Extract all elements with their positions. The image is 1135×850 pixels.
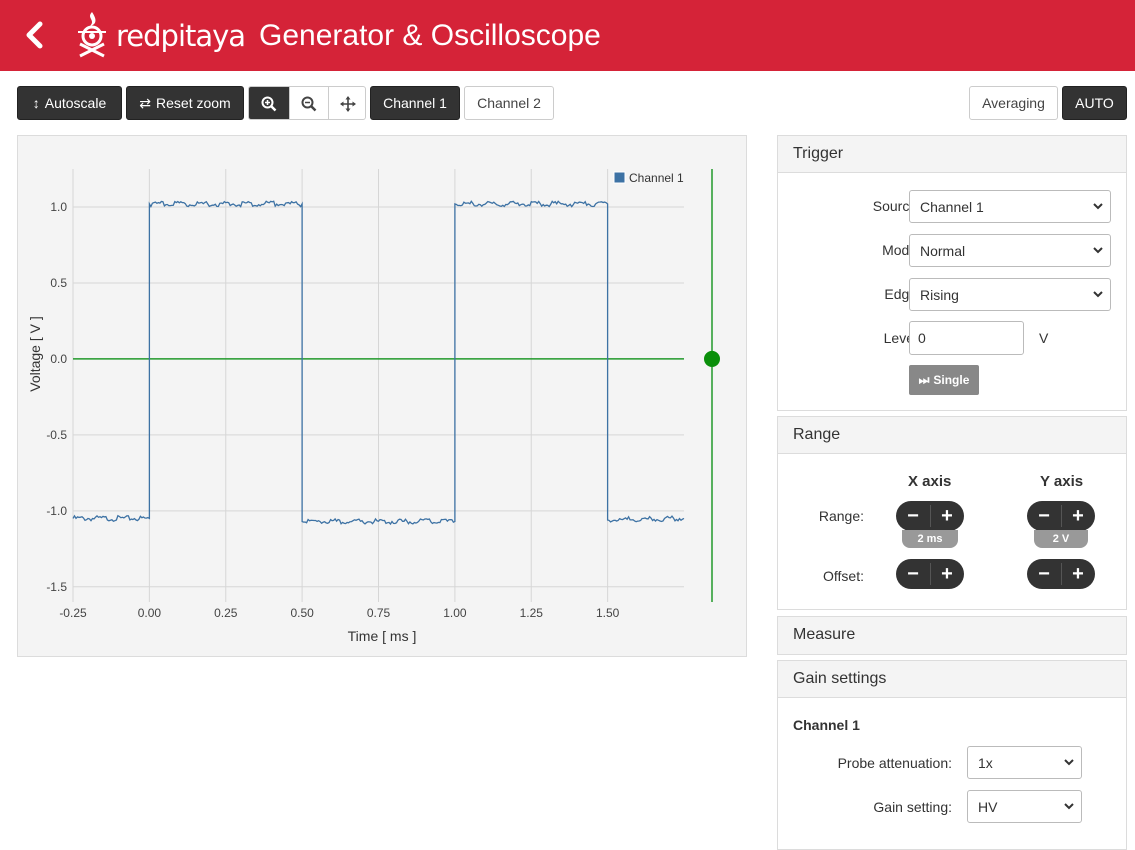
zoom-button-group bbox=[248, 86, 366, 120]
chevron-down-icon bbox=[1064, 803, 1074, 810]
channel2-button[interactable]: Channel 2 bbox=[464, 86, 554, 120]
x-range-badge: 2 ms bbox=[902, 530, 958, 548]
x-range-stepper: − + bbox=[896, 501, 964, 531]
range-panel-title[interactable]: Range bbox=[778, 417, 1126, 454]
gain-settings-panel: Gain settings Channel 1 Probe attenuatio… bbox=[777, 660, 1127, 850]
gain-setting-value: HV bbox=[978, 799, 998, 815]
y-tick-label: 0.5 bbox=[50, 276, 67, 290]
source-label: Source: bbox=[872, 198, 921, 214]
y-offset-stepper: − + bbox=[1027, 559, 1095, 589]
plot-canvas[interactable]: -0.25 0.00 0.25 0.50 0.75 1.00 1.25 1.50 1.0 0.5 0… bbox=[18, 136, 748, 658]
x-tick-label: 1.50 bbox=[596, 606, 620, 620]
single-button[interactable]: ⏭ Single bbox=[909, 365, 979, 395]
y-range-badge: 2 V bbox=[1034, 530, 1088, 548]
x-tick-label: 0.75 bbox=[367, 606, 391, 620]
reset-zoom-button[interactable]: ⇄ Reset zoom bbox=[126, 86, 244, 120]
reset-zoom-label: Reset zoom bbox=[156, 95, 231, 111]
x-axis-heading: X axis bbox=[908, 473, 952, 490]
autoscale-button[interactable]: ↕ Autoscale bbox=[17, 86, 122, 120]
y-tick-label: 0.0 bbox=[50, 352, 67, 366]
x-range-minus-button[interactable]: − bbox=[896, 501, 930, 531]
edge-value: Rising bbox=[920, 287, 959, 303]
edge-label: Edge: bbox=[884, 286, 921, 302]
chevron-down-icon bbox=[1093, 247, 1103, 254]
page-title: Generator & Oscilloscope bbox=[259, 19, 601, 52]
redpitaya-logo: redpitaya bbox=[72, 6, 246, 64]
y-range-plus-button[interactable]: + bbox=[1061, 501, 1095, 531]
measure-panel: Measure bbox=[777, 616, 1127, 655]
legend-label: Channel 1 bbox=[629, 171, 684, 185]
edge-select[interactable]: Rising bbox=[909, 278, 1111, 311]
move-arrows-icon bbox=[340, 96, 356, 112]
probe-attenuation-select[interactable]: 1x bbox=[967, 746, 1082, 779]
x-offset-plus-button[interactable]: + bbox=[930, 559, 964, 589]
vertical-arrows-icon: ↕ bbox=[32, 95, 40, 111]
y-axis-heading: Y axis bbox=[1040, 473, 1084, 490]
y-range-stepper: − + bbox=[1027, 501, 1095, 531]
x-tick-label: 0.50 bbox=[290, 606, 314, 620]
range-label: Range: bbox=[818, 508, 864, 524]
level-input[interactable]: 0 bbox=[909, 321, 1024, 355]
x-tick-label: 1.25 bbox=[520, 606, 544, 620]
x-offset-stepper: − + bbox=[896, 559, 964, 589]
source-value: Channel 1 bbox=[920, 199, 984, 215]
app-header: redpitaya Generator & Oscilloscope bbox=[0, 0, 1135, 71]
gain-channel-heading: Channel 1 bbox=[793, 717, 860, 733]
mode-select[interactable]: Normal bbox=[909, 234, 1111, 267]
pan-button[interactable] bbox=[328, 87, 365, 119]
legend-swatch bbox=[613, 171, 626, 184]
x-tick-label: 0.00 bbox=[138, 606, 162, 620]
chevron-down-icon bbox=[1093, 291, 1103, 298]
y-tick-label: -1.5 bbox=[46, 580, 67, 594]
probe-attenuation-value: 1x bbox=[978, 755, 993, 771]
x-tick-label: 1.00 bbox=[443, 606, 467, 620]
y-offset-plus-button[interactable]: + bbox=[1061, 559, 1095, 589]
autoscale-label: Autoscale bbox=[44, 95, 107, 111]
gain-setting-select[interactable]: HV bbox=[967, 790, 1082, 823]
measure-panel-title[interactable]: Measure bbox=[778, 617, 1126, 654]
logo-text: redpitaya bbox=[116, 19, 246, 53]
trigger-level-handle[interactable] bbox=[704, 350, 720, 367]
trigger-panel-title[interactable]: Trigger bbox=[778, 136, 1126, 173]
oscilloscope-plot[interactable]: -0.25 0.00 0.25 0.50 0.75 1.00 1.25 1.50 1.0 0.5 0… bbox=[17, 135, 747, 657]
auto-button[interactable]: AUTO bbox=[1062, 86, 1127, 120]
x-offset-minus-button[interactable]: − bbox=[896, 559, 930, 589]
level-label: Level: bbox=[883, 330, 921, 346]
y-tick-label: -0.5 bbox=[46, 428, 67, 442]
zoom-in-button[interactable] bbox=[249, 87, 289, 119]
single-label: Single bbox=[933, 373, 970, 387]
gain-panel-title[interactable]: Gain settings bbox=[778, 661, 1126, 698]
channel1-button[interactable]: Channel 1 bbox=[370, 86, 460, 120]
gain-setting-label: Gain setting: bbox=[873, 799, 952, 815]
x-tick-label: -0.25 bbox=[59, 606, 87, 620]
trigger-panel: Trigger Source: Channel 1 Mode: Normal E… bbox=[777, 135, 1127, 411]
averaging-button[interactable]: Averaging bbox=[969, 86, 1058, 120]
level-unit: V bbox=[1039, 330, 1049, 346]
step-forward-icon: ⏭ bbox=[918, 372, 930, 387]
zoom-in-icon bbox=[261, 96, 277, 112]
zoom-out-button[interactable] bbox=[289, 87, 328, 119]
x-range-plus-button[interactable]: + bbox=[930, 501, 964, 531]
back-chevron-icon[interactable] bbox=[22, 20, 46, 50]
y-offset-minus-button[interactable]: − bbox=[1027, 559, 1061, 589]
x-axis-label: Time [ ms ] bbox=[348, 628, 417, 644]
x-tick-label: 0.25 bbox=[214, 606, 238, 620]
y-axis-label: Voltage [ V ] bbox=[27, 316, 43, 392]
y-tick-label: 1.0 bbox=[50, 200, 67, 214]
chevron-down-icon bbox=[1064, 759, 1074, 766]
source-select[interactable]: Channel 1 bbox=[909, 190, 1111, 223]
probe-attenuation-label: Probe attenuation: bbox=[837, 755, 952, 771]
zoom-out-icon bbox=[301, 96, 317, 112]
range-panel: Range X axis Y axis Range: − + 2 ms − + … bbox=[777, 416, 1127, 610]
logo-mark-icon bbox=[78, 12, 106, 58]
mode-value: Normal bbox=[920, 243, 966, 259]
mode-label: Mode: bbox=[882, 242, 921, 258]
retweet-icon: ⇄ bbox=[139, 94, 152, 111]
y-range-minus-button[interactable]: − bbox=[1027, 501, 1061, 531]
chevron-down-icon bbox=[1093, 203, 1103, 210]
offset-label: Offset: bbox=[823, 568, 864, 584]
y-tick-label: -1.0 bbox=[46, 504, 67, 518]
